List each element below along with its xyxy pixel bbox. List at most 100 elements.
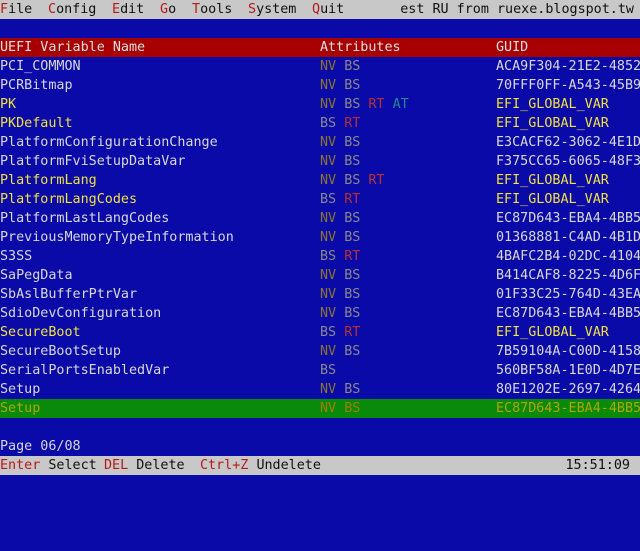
attribute-flag: BS	[320, 116, 337, 131]
attribute-flag: NV	[320, 135, 337, 150]
attribute-flag: RT	[344, 249, 361, 264]
variable-name: PlatformLangCodes	[0, 192, 138, 207]
attribute-flag: BS	[344, 78, 361, 93]
table-row[interactable]: SbAslBufferPtrVar NV BS 01F33C25-764D-43EA	[0, 285, 640, 304]
menu-tools[interactable]: Tools	[192, 0, 232, 19]
variable-attributes: NV BS	[320, 399, 360, 418]
variable-name: SaPegData	[0, 268, 73, 283]
table-row[interactable]: PlatformLang NV BS RT EFI_GLOBAL_VAR	[0, 171, 640, 190]
table-row[interactable]: PKDefault BS RT EFI_GLOBAL_VAR	[0, 114, 640, 133]
variable-name: PreviousMemoryTypeInformation	[0, 230, 234, 245]
variable-name: SbAslBufferPtrVar	[0, 287, 138, 302]
status-key-del: DEL Delete	[104, 458, 185, 473]
variable-name: SecureBootSetup	[0, 344, 121, 359]
table-row[interactable]: SdioDevConfiguration NV BS EC87D643-EBA4-4…	[0, 304, 640, 323]
variable-attributes: NV BS	[320, 228, 360, 247]
status-bar: Enter Select DEL Delete Ctrl+Z Undelete …	[0, 456, 640, 475]
variable-guid: E3CACF62-3062-4E1D	[496, 135, 640, 150]
table-row[interactable]: PCRBitmap NV BS 70FFF0FF-A543-45B9	[0, 76, 640, 95]
header-guid: GUID	[496, 40, 529, 55]
status-key-enter: Enter Select	[0, 458, 97, 473]
attribute-flag: BS	[344, 211, 361, 226]
menu-edit[interactable]: Edit	[112, 0, 144, 19]
menu-info-text: est RU from ruexe.blogspot.tw	[400, 2, 634, 17]
variable-guid: 560BF58A-1E0D-4D7E	[496, 363, 640, 378]
attribute-flag: RT	[368, 97, 385, 112]
variable-guid: 4BAFC2B4-02DC-4104	[496, 249, 640, 264]
menu-go[interactable]: Go	[160, 0, 176, 19]
variable-guid: EFI_GLOBAL_VAR	[496, 192, 609, 207]
variable-name: PlatformLang	[0, 173, 97, 188]
menu-quit[interactable]: Quit	[312, 0, 344, 19]
table-row[interactable]: PreviousMemoryTypeInformation NV BS 013688…	[0, 228, 640, 247]
page-indicator: Page 06/08	[0, 439, 81, 454]
attribute-flag: BS	[344, 287, 361, 302]
attribute-flag: BS	[344, 306, 361, 321]
variable-attributes: NV BS	[320, 57, 360, 76]
variable-guid: EFI_GLOBAL_VAR	[496, 325, 609, 340]
menu-system[interactable]: System	[248, 0, 296, 19]
table-row[interactable]: PK NV BS RT AT EFI_GLOBAL_VAR	[0, 95, 640, 114]
variable-attributes: NV BS	[320, 266, 360, 285]
variable-guid: EC87D643-EBA4-4BB5	[496, 306, 640, 321]
table-row[interactable]: PlatformFviSetupDataVar NV BS F375CC65-606…	[0, 152, 640, 171]
variable-name: S3SS	[0, 249, 33, 264]
variable-name: PlatformLastLangCodes	[0, 211, 170, 226]
variable-guid: F375CC65-6065-48F3	[496, 154, 640, 169]
variable-attributes: NV BS	[320, 342, 360, 361]
variable-attributes: NV BS RT AT	[320, 95, 409, 114]
variable-attributes: BS RT	[320, 323, 360, 342]
attribute-flag: BS	[344, 135, 361, 150]
attribute-flag: NV	[320, 401, 337, 416]
table-row[interactable]: PCI_COMMON NV BS ACA9F304-21E2-4852	[0, 57, 640, 76]
variable-attributes: NV BS	[320, 152, 360, 171]
table-row[interactable]: SecureBoot BS RT EFI_GLOBAL_VAR	[0, 323, 640, 342]
header-attributes: Attributes	[320, 40, 401, 55]
attribute-flag: NV	[320, 154, 337, 169]
variable-guid: EFI_GLOBAL_VAR	[496, 173, 609, 188]
variable-guid: 01F33C25-764D-43EA	[496, 287, 640, 302]
variable-name: PCI_COMMON	[0, 59, 81, 74]
variable-guid: 01368881-C4AD-4B1D	[496, 230, 640, 245]
menu-config[interactable]: Config	[48, 0, 96, 19]
status-key-undelete: Ctrl+Z Undelete	[200, 458, 321, 473]
table-row[interactable]: S3SS BS RT 4BAFC2B4-02DC-4104	[0, 247, 640, 266]
table-row[interactable]: PlatformConfigurationChange NV BS E3CACF62…	[0, 133, 640, 152]
attribute-flag: NV	[320, 173, 337, 188]
variable-name: PlatformConfigurationChange	[0, 135, 218, 150]
attribute-flag: BS	[344, 382, 361, 397]
attribute-flag: BS	[344, 97, 361, 112]
table-row[interactable]: SaPegData NV BS B414CAF8-8225-4D6F	[0, 266, 640, 285]
table-row[interactable]: Setup NV BS EC87D643-EBA4-4BB5	[0, 399, 640, 418]
attribute-flag: AT	[392, 97, 409, 112]
attribute-flag: RT	[344, 116, 361, 131]
table-row[interactable]: PlatformLangCodes BS RT EFI_GLOBAL_VAR	[0, 190, 640, 209]
attribute-flag: NV	[320, 382, 337, 397]
variable-guid: EC87D643-EBA4-4BB5	[496, 211, 640, 226]
attribute-flag: BS	[344, 173, 361, 188]
menu-file[interactable]: File	[0, 0, 32, 19]
variable-guid: EFI_GLOBAL_VAR	[496, 97, 609, 112]
table-row[interactable]: SerialPortsEnabledVar BS 560BF58A-1E0D-4D7…	[0, 361, 640, 380]
attribute-flag: BS	[320, 363, 337, 378]
variable-guid: B414CAF8-8225-4D6F	[496, 268, 640, 283]
table-row[interactable]: Setup NV BS 80E1202E-2697-4264	[0, 380, 640, 399]
attribute-flag: NV	[320, 268, 337, 283]
attribute-flag: BS	[344, 59, 361, 74]
attribute-flag: NV	[320, 230, 337, 245]
variable-name: Setup	[0, 401, 41, 416]
attribute-flag: NV	[320, 211, 337, 226]
variable-attributes: NV BS	[320, 76, 360, 95]
menu-bar: File Config Edit Go Tools System Quit es…	[0, 0, 640, 19]
variable-name: SdioDevConfiguration	[0, 306, 162, 321]
variable-guid: EFI_GLOBAL_VAR	[496, 116, 609, 131]
table-row[interactable]: PlatformLastLangCodes NV BS EC87D643-EBA4-…	[0, 209, 640, 228]
table-row[interactable]: SecureBootSetup NV BS 7B59104A-C00D-4158	[0, 342, 640, 361]
variable-name: SerialPortsEnabledVar	[0, 363, 170, 378]
attribute-flag: BS	[344, 268, 361, 283]
variable-attributes: NV BS	[320, 380, 360, 399]
variable-name: SecureBoot	[0, 325, 81, 340]
variable-guid: ACA9F304-21E2-4852	[496, 59, 640, 74]
variable-attributes: BS RT	[320, 114, 360, 133]
variable-attributes: NV BS	[320, 285, 360, 304]
